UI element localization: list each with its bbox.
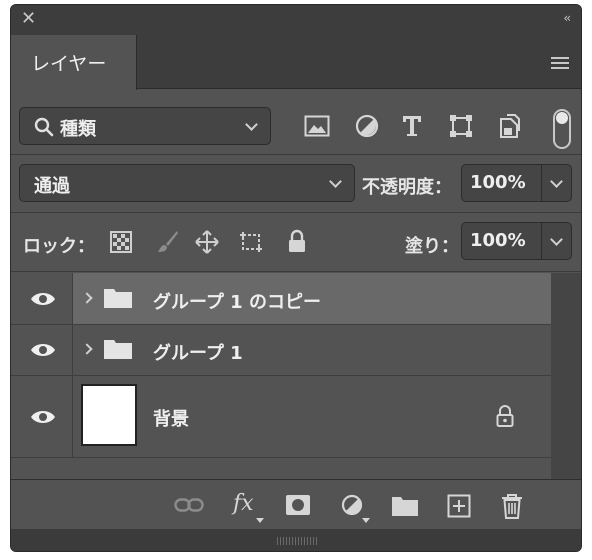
tab-layers-label: レイヤー xyxy=(31,53,107,75)
new-group-icon[interactable] xyxy=(391,495,419,517)
dropdown-triangle-icon xyxy=(256,518,264,523)
divider xyxy=(541,223,542,259)
fill-field[interactable]: 100% xyxy=(461,222,572,260)
eye-icon[interactable] xyxy=(30,291,56,307)
divider xyxy=(11,212,581,213)
filter-toggle[interactable] xyxy=(553,109,571,149)
folder-icon xyxy=(104,340,132,359)
new-layer-icon[interactable] xyxy=(447,494,471,518)
resize-grip[interactable] xyxy=(11,529,581,551)
fx-icon[interactable]: fx xyxy=(233,491,254,516)
lock-artboard-icon[interactable] xyxy=(239,230,265,254)
layer-name: グループ 1 xyxy=(153,343,243,364)
lock-icon[interactable] xyxy=(496,405,514,427)
adjustment-layer-icon[interactable] xyxy=(341,494,365,518)
chevron-down-icon xyxy=(329,175,342,188)
dropdown-triangle-icon xyxy=(362,518,370,523)
blend-mode-value: 通過 xyxy=(34,176,70,197)
lock-all-icon[interactable] xyxy=(287,229,307,253)
type-filter-icon[interactable] xyxy=(401,114,423,138)
adjustment-filter-icon[interactable] xyxy=(355,114,379,138)
toggle-knob xyxy=(556,112,568,124)
grip-lines xyxy=(277,537,317,545)
panel-menu-icon[interactable] xyxy=(551,57,569,71)
panel-titlebar: ✕ ‹‹ xyxy=(11,5,581,35)
blend-mode-dropdown[interactable]: 通過 xyxy=(19,164,355,202)
visibility-cell[interactable] xyxy=(11,376,73,457)
chevron-down-icon xyxy=(550,233,563,246)
delete-layer-icon[interactable] xyxy=(501,493,523,519)
image-filter-icon[interactable] xyxy=(304,115,330,137)
search-icon xyxy=(34,117,54,137)
layer-row[interactable]: 背景 xyxy=(11,376,551,458)
layer-row[interactable]: グループ 1 xyxy=(11,325,551,376)
visibility-cell[interactable] xyxy=(11,325,73,375)
collapse-panel-button[interactable]: ‹‹ xyxy=(563,11,570,25)
filter-kind-dropdown[interactable]: 種類 xyxy=(19,107,271,145)
lock-transparent-pixels-icon[interactable] xyxy=(110,231,132,253)
eye-icon[interactable] xyxy=(30,409,56,425)
filter-kind-label: 種類 xyxy=(60,119,96,140)
opacity-value: 100% xyxy=(470,172,526,193)
chevron-right-icon[interactable] xyxy=(81,343,93,355)
layer-thumbnail xyxy=(81,384,137,446)
add-mask-icon[interactable] xyxy=(285,494,311,516)
chevron-down-icon xyxy=(550,175,563,188)
lock-position-icon[interactable] xyxy=(195,230,219,254)
chevron-right-icon[interactable] xyxy=(81,292,93,304)
chevron-down-icon xyxy=(245,118,258,131)
layer-name: 背景 xyxy=(153,409,189,430)
link-layers-icon[interactable] xyxy=(174,498,204,512)
layer-name: グループ 1 のコピー xyxy=(153,292,321,313)
opacity-label: 不透明度： xyxy=(362,177,452,198)
close-panel-button[interactable]: ✕ xyxy=(21,9,36,29)
visibility-cell[interactable] xyxy=(11,273,73,324)
layer-row[interactable]: グループ 1 のコピー xyxy=(11,273,551,325)
smart-object-filter-icon[interactable] xyxy=(499,113,521,139)
layers-scrollbar[interactable] xyxy=(551,273,581,479)
shape-filter-icon[interactable] xyxy=(449,114,473,138)
lock-label: ロック： xyxy=(23,236,95,257)
panel-footer: fx xyxy=(11,479,581,529)
fill-value: 100% xyxy=(470,230,526,251)
divider xyxy=(11,271,581,272)
tab-strip: レイヤー xyxy=(11,35,581,90)
layers-list: グループ 1 のコピー グループ 1 背景 xyxy=(11,273,551,459)
tab-layers[interactable]: レイヤー xyxy=(11,35,137,90)
eye-icon[interactable] xyxy=(30,342,56,358)
folder-icon xyxy=(104,289,132,308)
layers-panel: ✕ ‹‹ レイヤー 種類 通過 不透明度： 100% ロック： 塗り： 100%… xyxy=(10,4,582,552)
lock-image-pixels-icon[interactable] xyxy=(157,230,179,254)
divider xyxy=(541,165,542,201)
divider xyxy=(11,154,581,155)
fill-label: 塗り： xyxy=(405,236,459,257)
opacity-field[interactable]: 100% xyxy=(461,164,572,202)
